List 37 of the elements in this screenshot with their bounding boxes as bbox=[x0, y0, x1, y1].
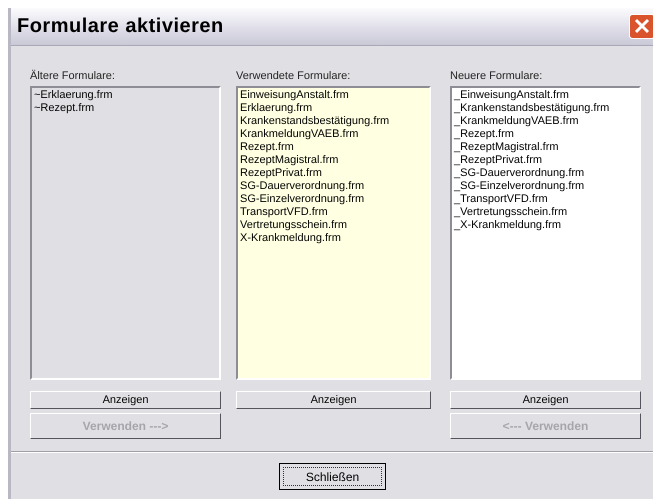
list-item[interactable]: RezeptPrivat.frm bbox=[240, 167, 322, 180]
list-item[interactable]: ~Rezept.frm bbox=[34, 102, 94, 115]
list-item[interactable]: _Rezept.frm bbox=[454, 128, 514, 141]
list-item[interactable]: _SG-Einzelverordnung.frm bbox=[454, 180, 584, 193]
list-item[interactable]: SG-Dauerverordnung.frm bbox=[240, 180, 364, 193]
form-list[interactable] bbox=[450, 86, 641, 380]
form-list[interactable] bbox=[236, 86, 431, 380]
list-item[interactable]: Erklaerung.frm bbox=[240, 102, 312, 115]
list-label: Neuere Formulare: bbox=[450, 70, 544, 83]
show-button[interactable]: Anzeigen bbox=[30, 391, 221, 409]
show-button[interactable]: Anzeigen bbox=[450, 391, 641, 409]
list-item[interactable]: TransportVFD.frm bbox=[240, 206, 328, 219]
list-item[interactable]: _Krankenstandsbestätigung.frm bbox=[454, 102, 610, 115]
list-item[interactable]: X-Krankmeldung.frm bbox=[240, 232, 341, 245]
list-item[interactable]: _SG-Dauerverordnung.frm bbox=[454, 167, 584, 180]
list-item[interactable]: _X-Krankmeldung.frm bbox=[454, 219, 561, 232]
close-button[interactable]: Schließen bbox=[279, 463, 386, 490]
list-item[interactable]: KrankmeldungVAEB.frm bbox=[240, 128, 358, 141]
form-list[interactable]: ~Erklaerung.frm ~Rezept.frm bbox=[30, 86, 221, 380]
list-item[interactable]: _Vertretungsschein.frm bbox=[454, 206, 568, 219]
list-item[interactable]: _RezeptMagistral.frm bbox=[454, 141, 559, 154]
list-item[interactable]: _KrankmeldungVAEB.frm bbox=[454, 115, 579, 128]
list-item[interactable]: Vertretungsschein.frm bbox=[240, 219, 347, 232]
list-label: Verwendete Formulare: bbox=[236, 70, 352, 83]
list-label: Ältere Formulare: bbox=[30, 70, 116, 83]
list-item[interactable]: ~Erklaerung.frm bbox=[34, 89, 113, 102]
window-title: Formulare aktivieren bbox=[17, 15, 224, 38]
list-item[interactable]: EinweisungAnstalt.frm bbox=[240, 89, 349, 102]
list-item[interactable]: Rezept.frm bbox=[240, 141, 294, 154]
list-item[interactable]: RezeptMagistral.frm bbox=[240, 154, 338, 167]
list-item[interactable]: _EinweisungAnstalt.frm bbox=[454, 89, 569, 102]
close-icon[interactable] bbox=[629, 14, 653, 39]
list-item[interactable]: Krankenstandsbestätigung.frm bbox=[240, 115, 390, 128]
list-item[interactable]: _RezeptPrivat.frm bbox=[454, 154, 542, 167]
list-item[interactable]: _TransportVFD.frm bbox=[454, 193, 548, 206]
list-item[interactable]: SG-Einzelverordnung.frm bbox=[240, 193, 364, 206]
show-button[interactable]: Anzeigen bbox=[236, 391, 431, 409]
